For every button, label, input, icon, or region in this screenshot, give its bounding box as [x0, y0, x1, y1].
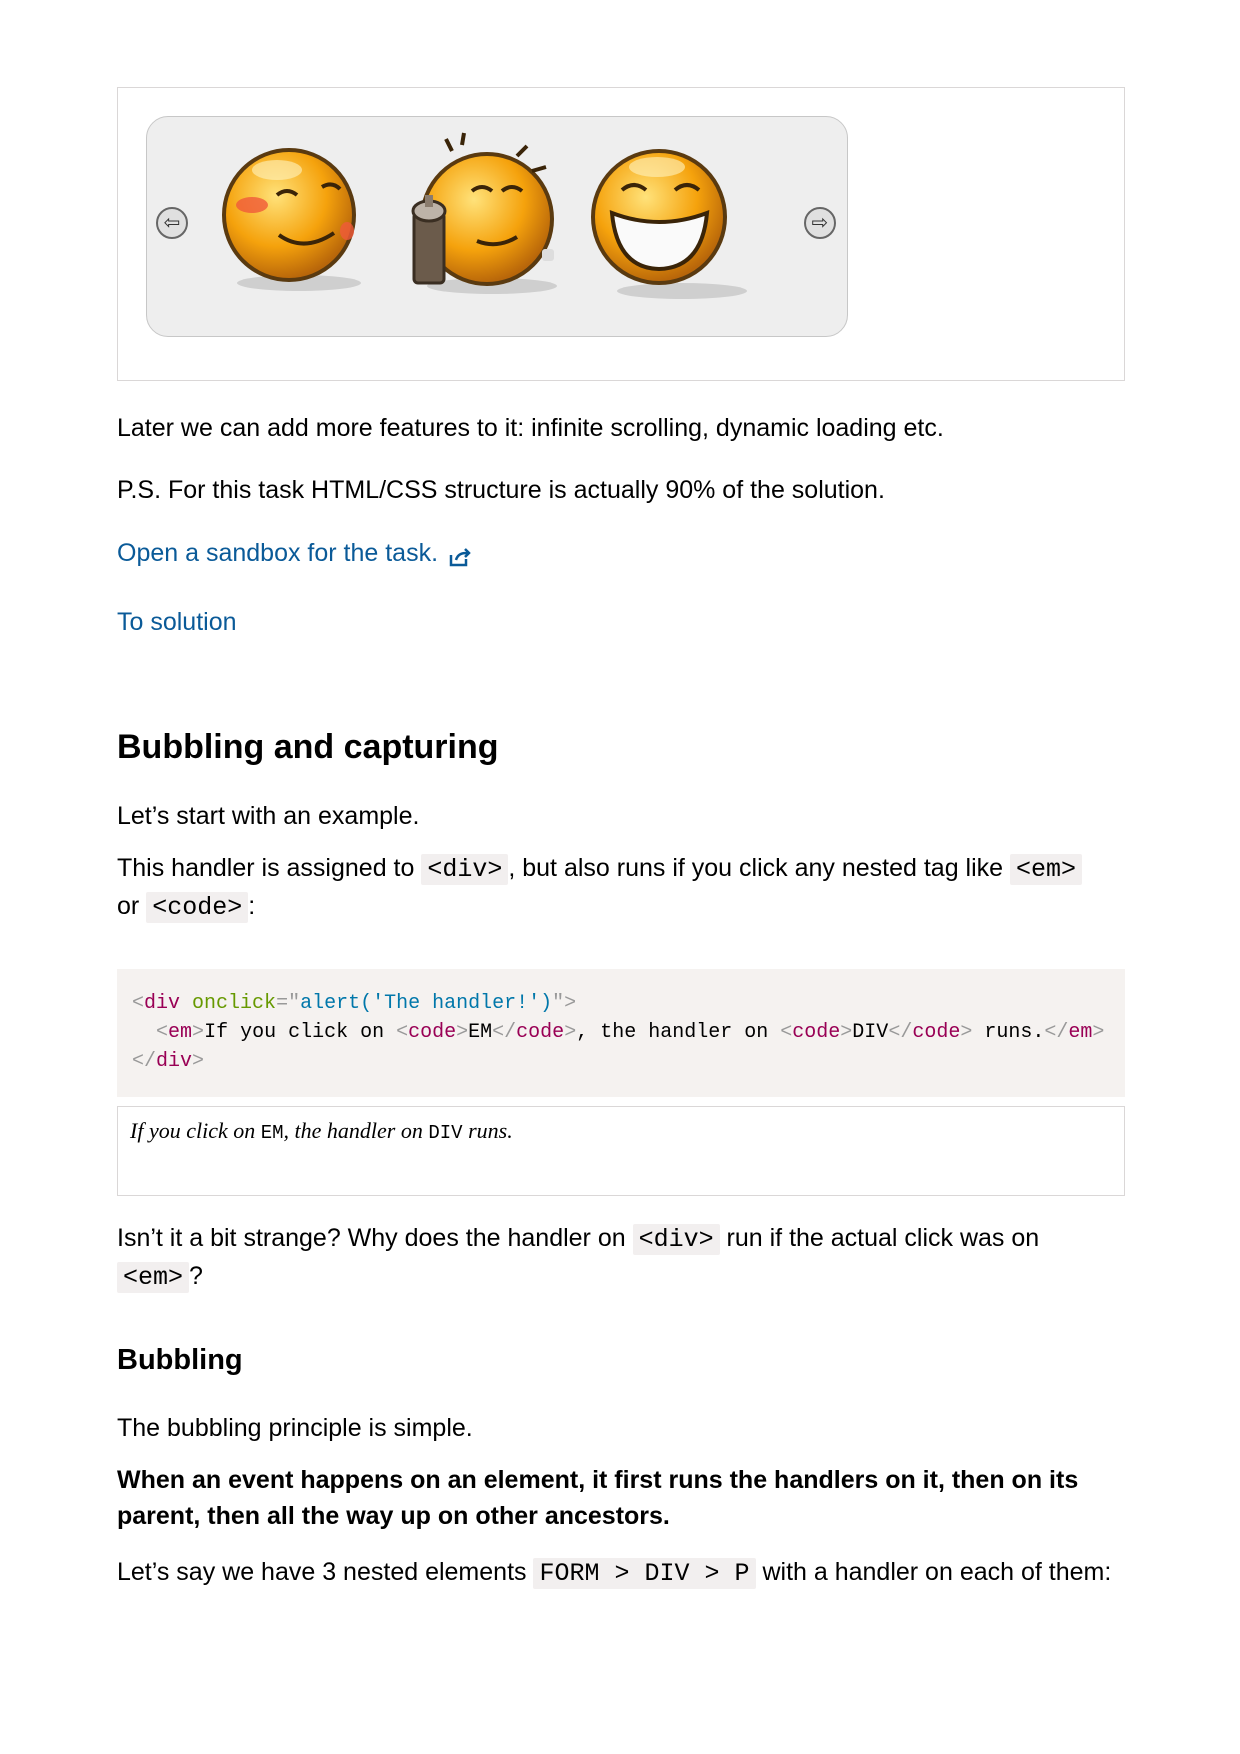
heading-bubbling-capturing: Bubbling and capturing	[117, 728, 499, 766]
right-arrow-button[interactable]: ⇨	[804, 207, 836, 239]
inline-code: FORM > DIV > P	[533, 1558, 756, 1589]
carousel: ⇦ ⇨	[146, 116, 848, 337]
text: run if the actual click was on	[719, 1224, 1040, 1252]
text: This handler is assigned to	[117, 854, 422, 882]
text: or	[117, 892, 147, 920]
blushing-smiley-image	[222, 148, 361, 291]
para-bold: When an event happens on an element, it …	[117, 1466, 1079, 1530]
para-principle: The bubbling principle is simple.	[117, 1414, 473, 1442]
result-code-em: EM	[260, 1122, 284, 1144]
text: Isn’t it a bit strange? Why does the han…	[117, 1224, 633, 1252]
inline-code: <div>	[421, 854, 509, 885]
code-example: <div onclick="alert('The handler!')"> <e…	[117, 969, 1125, 1097]
sandbox-link-row: Open a sandbox for the task.	[117, 535, 471, 575]
spray-smiley-image	[411, 132, 557, 294]
para-nested: Let’s say we have 3 nested elements FORM…	[117, 1554, 1117, 1592]
result-text[interactable]: If you click on EM, the handler on DIV r…	[130, 1118, 513, 1144]
left-arrow-button[interactable]: ⇦	[156, 207, 188, 239]
inline-code: <em>	[1010, 854, 1083, 885]
result-frame[interactable]: If you click on EM, the handler on DIV r…	[117, 1106, 1125, 1196]
heading-bubbling: Bubbling	[117, 1344, 243, 1376]
inline-code: <em>	[117, 1262, 190, 1293]
para-start: Let’s start with an example.	[117, 802, 420, 830]
code-line: <div onclick="alert('The handler!')">	[132, 992, 577, 1015]
code-line: <em>If you click on <code>EM</code>, the…	[156, 1021, 1105, 1044]
sandbox-link[interactable]: Open a sandbox for the task.	[117, 539, 438, 567]
para-ps: P.S. For this task HTML/CSS structure is…	[117, 476, 885, 504]
para-strange: Isn’t it a bit strange? Why does the han…	[117, 1220, 1117, 1296]
demo-frame: ⇦ ⇨	[117, 87, 1125, 381]
text: Let’s say we have 3 nested elements	[117, 1558, 534, 1586]
para-later: Later we can add more features to it: in…	[117, 414, 944, 442]
text: , but also runs if you click any nested …	[508, 854, 1011, 882]
text: :	[248, 892, 256, 920]
text: ?	[189, 1262, 203, 1290]
text: with a handler on each of them:	[755, 1558, 1112, 1586]
inline-code: <div>	[632, 1224, 720, 1255]
inline-code: <code>	[146, 892, 249, 923]
to-solution-link[interactable]: To solution	[117, 604, 237, 640]
result-code-div: DIV	[428, 1122, 463, 1144]
code-line: </div>	[132, 1050, 205, 1073]
external-link-icon	[449, 547, 471, 567]
para-handler: This handler is assigned to <div>, but a…	[117, 850, 1107, 926]
grinning-smiley-image	[591, 149, 747, 299]
